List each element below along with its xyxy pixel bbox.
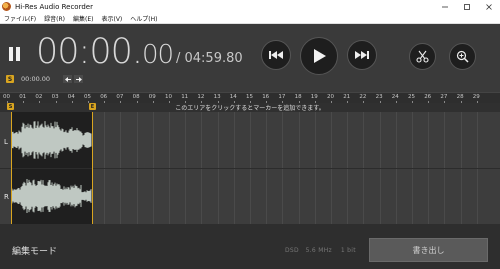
end-marker-line[interactable]: [92, 112, 93, 224]
ruler-tick-label: 18: [294, 94, 302, 100]
ruler-tick-label: 08: [132, 94, 140, 100]
ruler-tick-label: 17: [278, 94, 286, 100]
elapsed-time-fraction: 00: [142, 40, 174, 70]
timeline-ruler[interactable]: 00 01 02 03 04 05 06 07 08 09 10 11 12 13 14 15 16 17 18 19…: [0, 92, 500, 104]
start-marker-badge: S: [6, 75, 14, 83]
ruler-tick-label: 04: [67, 94, 75, 100]
start-marker-flag[interactable]: S: [7, 103, 14, 110]
marker-hint-text: このエリアをクリックするとマーカーを追加できます。: [175, 105, 325, 112]
ruler-tick-label: 28: [456, 94, 464, 100]
ruler-tick-label: 06: [100, 94, 108, 100]
marker-right-button[interactable]: [74, 75, 83, 83]
ruler-tick-label: 24: [391, 94, 399, 100]
pause-icon[interactable]: [9, 47, 21, 61]
ruler-tick-label: 23: [375, 94, 383, 100]
cut-button[interactable]: [409, 43, 436, 70]
rewind-icon: [269, 51, 283, 59]
ruler-tick-label: 22: [359, 94, 367, 100]
elapsed-time-main: 00:00.: [36, 32, 143, 72]
menu-bar: ファイル(F) 録音(R) 編集(E) 表示(V) ヘルプ(H): [0, 13, 500, 24]
transport-panel: 00:00.00 / 04:59.80 S 00:00.00: [0, 24, 500, 92]
elapsed-time-display: 00:00.00: [36, 32, 174, 72]
marker-left-button[interactable]: [63, 75, 72, 83]
start-marker-line[interactable]: [11, 112, 12, 224]
window-title: Hi-Res Audio Recorder: [15, 2, 93, 11]
menu-edit[interactable]: 編集(E): [69, 14, 97, 23]
marker-position-row: S 00:00.00: [6, 74, 50, 84]
ruler-tick-label: 13: [213, 94, 221, 100]
fast-forward-button[interactable]: [347, 40, 377, 70]
arrow-right-icon: [75, 76, 82, 82]
end-marker-flag[interactable]: E: [89, 103, 96, 110]
channel-divider: [0, 168, 500, 169]
ruler-tick-label: 00: [3, 94, 10, 100]
mode-label: 編集モード: [12, 247, 58, 257]
ruler-tick-label: 14: [229, 94, 237, 100]
marker-nudge-buttons: [63, 75, 83, 83]
format-info: DSD 5.6 MHz 1 bit: [285, 247, 356, 254]
ruler-tick-label: 03: [51, 94, 59, 100]
right-channel-label: R: [4, 193, 9, 201]
ruler-tick-label: 09: [148, 94, 156, 100]
bottom-bar: 編集モード DSD 5.6 MHz 1 bit 書き出し: [0, 224, 500, 269]
right-channel-waveform: [11, 178, 92, 214]
close-icon[interactable]: [478, 0, 500, 13]
maximize-icon[interactable]: [456, 0, 478, 13]
ruler-tick-label: 02: [35, 94, 43, 100]
app-logo-icon: [2, 2, 11, 11]
menu-view[interactable]: 表示(V): [97, 14, 126, 23]
app-window: Hi-Res Audio Recorder ファイル(F) 録音(R) 編集(E…: [0, 0, 500, 269]
ruler-tick-label: 25: [408, 94, 415, 100]
ruler-tick-label: 11: [181, 94, 189, 100]
ruler-tick-label: 16: [262, 94, 270, 100]
title-bar: Hi-Res Audio Recorder: [0, 0, 500, 13]
ruler-tick-label: 01: [19, 94, 27, 100]
menu-record[interactable]: 録音(R): [40, 14, 69, 23]
zoom-button[interactable]: [449, 43, 476, 70]
ruler-tick-label: 26: [424, 94, 432, 100]
format-bits: 1 bit: [340, 247, 356, 254]
play-button[interactable]: [300, 37, 338, 75]
ruler-tick-label: 20: [327, 94, 334, 100]
ruler-tick-label: 21: [343, 94, 351, 100]
ruler-tick-label: 27: [440, 94, 448, 100]
ruler-tick-label: 15: [246, 94, 253, 100]
ruler-tick-label: 07: [116, 94, 124, 100]
menu-help[interactable]: ヘルプ(H): [126, 14, 161, 23]
left-channel-waveform: [11, 121, 92, 159]
ruler-tick-label: 19: [310, 94, 318, 100]
marker-hint-strip[interactable]: このエリアをクリックするとマーカーを追加できます。: [0, 103, 500, 112]
scissors-icon: [416, 50, 429, 63]
export-button[interactable]: 書き出し: [369, 238, 488, 262]
ruler-tick-label: 12: [197, 94, 205, 100]
fast-forward-icon: [355, 51, 369, 59]
ruler-tick-label: 10: [165, 94, 172, 100]
ruler-tick-label: 05: [84, 94, 91, 100]
zoom-in-icon: [456, 50, 469, 63]
minimize-icon[interactable]: [434, 0, 456, 13]
marker-time: 00:00.00: [21, 75, 51, 83]
window-controls: [434, 0, 500, 13]
rewind-button[interactable]: [261, 40, 291, 70]
menu-file[interactable]: ファイル(F): [0, 14, 40, 23]
left-channel-label: L: [4, 138, 8, 146]
ruler-tick-label: 29: [472, 94, 480, 100]
play-icon: [314, 49, 326, 63]
format-rate: 5.6 MHz: [305, 247, 332, 254]
format-dsd: DSD: [285, 247, 299, 254]
waveform-area[interactable]: L R: [0, 112, 500, 224]
arrow-left-icon: [64, 76, 71, 82]
total-time-display: / 04:59.80: [176, 51, 243, 66]
